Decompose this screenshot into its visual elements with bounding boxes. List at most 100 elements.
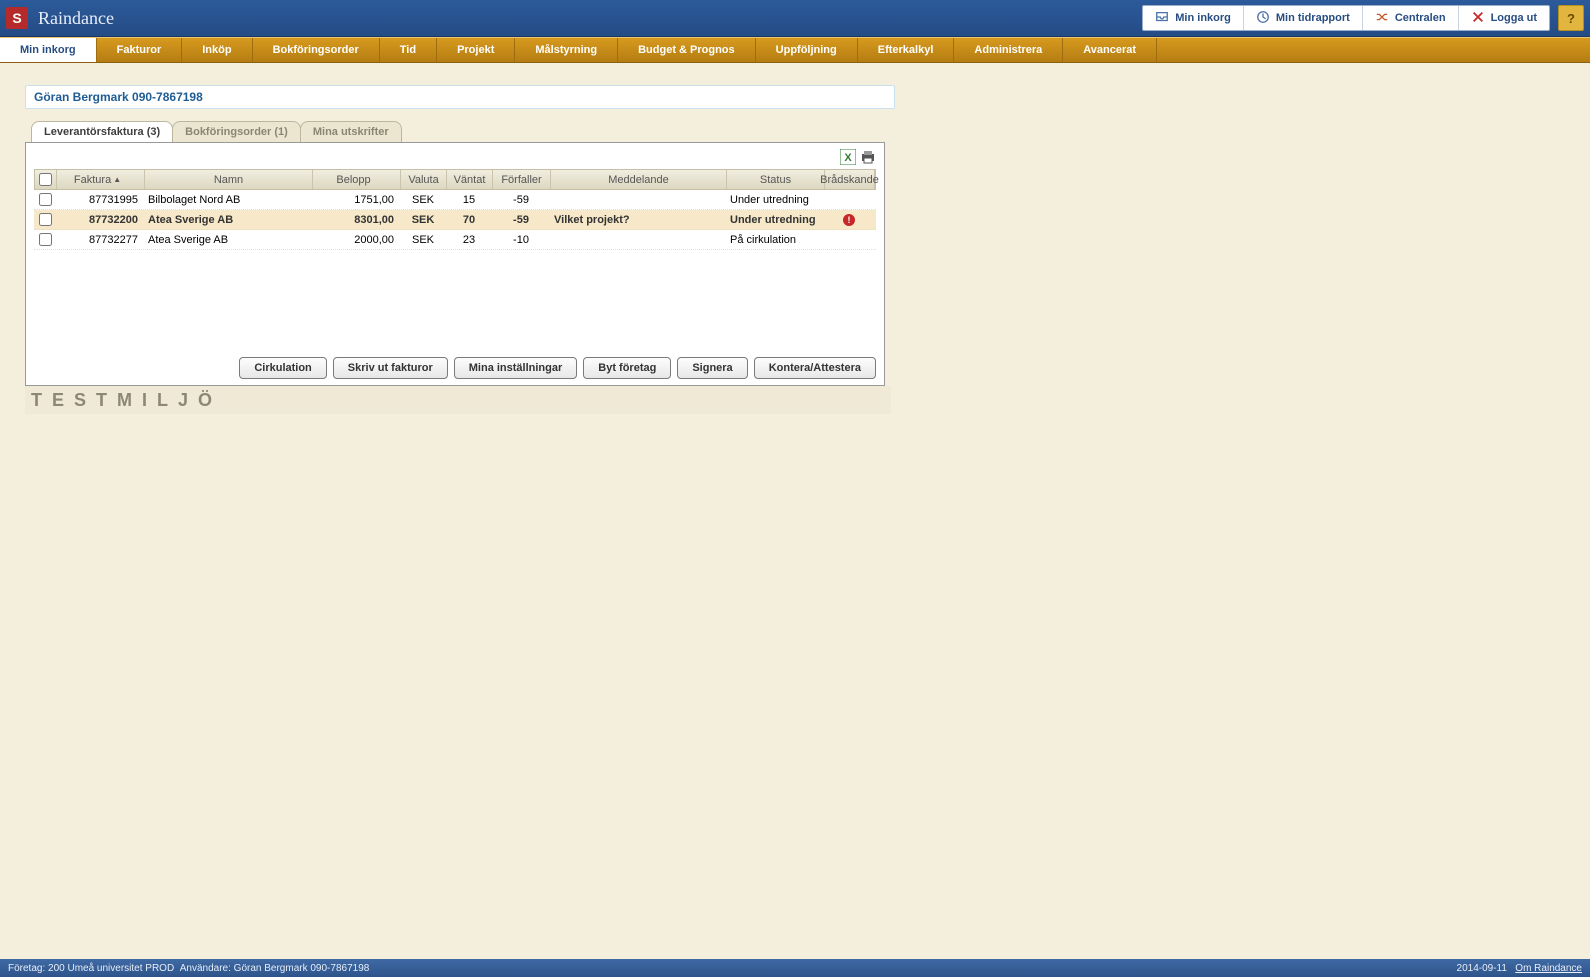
nav-ink-p[interactable]: Inköp xyxy=(182,38,252,62)
panel-btn-cirkulation[interactable]: Cirkulation xyxy=(239,357,326,379)
status-bar: Företag: 200 Umeå universitet PROD Använ… xyxy=(0,959,1590,977)
cell-status: Under utredning xyxy=(726,190,824,209)
close-icon xyxy=(1471,10,1485,27)
cell-valuta: SEK xyxy=(400,210,446,229)
nav-efterkalkyl[interactable]: Efterkalkyl xyxy=(858,38,955,62)
cell-vantat: 70 xyxy=(446,210,492,229)
table-row[interactable]: 87731995Bilbolaget Nord AB1751,00SEK15-5… xyxy=(34,190,876,210)
sort-asc-icon: ▲ xyxy=(113,175,121,184)
test-env-label: TESTMILJÖ xyxy=(31,390,222,411)
tab-1[interactable]: Bokföringsorder (1) xyxy=(172,121,301,142)
about-link[interactable]: Om Raindance xyxy=(1515,963,1582,974)
tab-2[interactable]: Mina utskrifter xyxy=(300,121,402,142)
col-meddelande[interactable]: Meddelande xyxy=(551,170,727,189)
nav-avancerat[interactable]: Avancerat xyxy=(1063,38,1157,62)
row-checkbox[interactable] xyxy=(39,213,52,226)
cell-belopp: 1751,00 xyxy=(312,190,400,209)
breadcrumb-text: Göran Bergmark 090-7867198 xyxy=(34,90,203,104)
cell-meddelande: Vilket projekt? xyxy=(550,210,726,229)
nav-budget-prognos[interactable]: Budget & Prognos xyxy=(618,38,756,62)
nav-min-inkorg[interactable]: Min inkorg xyxy=(0,38,97,62)
cell-valuta: SEK xyxy=(400,230,446,249)
top-buttons: Min inkorg Min tidrapport Centralen Logga u… xyxy=(1142,5,1550,31)
nav-uppf-ljning[interactable]: Uppföljning xyxy=(756,38,858,62)
panel-buttons: Cirkulation Skriv ut fakturor Mina inställ… xyxy=(239,357,876,379)
cell-belopp: 2000,00 xyxy=(312,230,400,249)
top-btn-label: Min tidrapport xyxy=(1276,12,1350,24)
cell-urgent: ! xyxy=(824,210,874,229)
cell-vantat: 15 xyxy=(446,190,492,209)
shuffle-icon xyxy=(1375,10,1389,27)
cell-meddelande xyxy=(550,230,726,249)
panel-btn-mina-inst-llningar[interactable]: Mina inställningar xyxy=(454,357,578,379)
col-belopp[interactable]: Belopp xyxy=(313,170,401,189)
col-valuta[interactable]: Valuta xyxy=(401,170,447,189)
row-checkbox[interactable] xyxy=(39,233,52,246)
app-logo: S xyxy=(6,7,28,29)
app-title: Raindance xyxy=(38,8,114,29)
cell-forfaller: -59 xyxy=(492,210,550,229)
help-button[interactable]: ? xyxy=(1558,5,1584,31)
clock-icon xyxy=(1256,10,1270,27)
col-forfaller[interactable]: Förfaller xyxy=(493,170,551,189)
status-date: 2014-09-11 xyxy=(1457,963,1507,974)
cell-namn: Atea Sverige AB xyxy=(144,210,312,229)
nav-tid[interactable]: Tid xyxy=(380,38,437,62)
panel-btn-skriv-ut-fakturor[interactable]: Skriv ut fakturor xyxy=(333,357,448,379)
top-btn-inbox[interactable]: Min inkorg xyxy=(1143,6,1244,30)
col-namn[interactable]: Namn xyxy=(145,170,313,189)
tab-0[interactable]: Leverantörsfaktura (3) xyxy=(31,121,173,142)
cell-faktura: 87731995 xyxy=(56,190,144,209)
select-all-checkbox[interactable] xyxy=(39,173,52,186)
nav-m-lstyrning[interactable]: Målstyrning xyxy=(515,38,618,62)
cell-namn: Bilbolaget Nord AB xyxy=(144,190,312,209)
excel-icon[interactable]: X xyxy=(840,149,856,165)
print-icon[interactable] xyxy=(860,149,876,165)
test-env-banner: TESTMILJÖ xyxy=(25,386,891,414)
table-row[interactable]: 87732200Atea Sverige AB8301,00SEK70-59Vi… xyxy=(34,210,876,230)
cell-forfaller: -59 xyxy=(492,190,550,209)
breadcrumb: Göran Bergmark 090-7867198 xyxy=(25,85,895,109)
cell-vantat: 23 xyxy=(446,230,492,249)
table-row[interactable]: 87732277Atea Sverige AB2000,00SEK23-10 På… xyxy=(34,230,876,250)
top-btn-label: Centralen xyxy=(1395,12,1446,24)
nav-fakturor[interactable]: Fakturor xyxy=(97,38,183,62)
cell-status: Under utredning xyxy=(726,210,824,229)
col-bradskande[interactable]: Brådskande xyxy=(825,170,875,189)
inbox-icon xyxy=(1155,10,1169,27)
invoice-grid: Faktura▲ Namn Belopp Valuta Väntat Förfa… xyxy=(34,169,876,250)
nav-projekt[interactable]: Projekt xyxy=(437,38,515,62)
col-status[interactable]: Status xyxy=(727,170,825,189)
cell-valuta: SEK xyxy=(400,190,446,209)
grid-header: Faktura▲ Namn Belopp Valuta Väntat Förfa… xyxy=(34,169,876,190)
cell-belopp: 8301,00 xyxy=(312,210,400,229)
cell-faktura: 87732277 xyxy=(56,230,144,249)
cell-urgent xyxy=(824,190,874,209)
cell-status: På cirkulation xyxy=(726,230,824,249)
panel-btn-byt-f-retag[interactable]: Byt företag xyxy=(583,357,671,379)
urgent-icon: ! xyxy=(843,214,855,226)
col-vantat[interactable]: Väntat xyxy=(447,170,493,189)
panel-btn-kontera-attestera[interactable]: Kontera/Attestera xyxy=(754,357,876,379)
nav-administrera[interactable]: Administrera xyxy=(954,38,1063,62)
top-btn-clock[interactable]: Min tidrapport xyxy=(1244,6,1363,30)
status-company: Företag: 200 Umeå universitet PROD xyxy=(8,963,174,974)
cell-meddelande xyxy=(550,190,726,209)
cell-namn: Atea Sverige AB xyxy=(144,230,312,249)
status-user: Användare: Göran Bergmark 090-7867198 xyxy=(180,963,370,974)
inbox-panel: X Faktura▲ Namn Belopp Valuta Väntat För… xyxy=(25,142,885,386)
top-btn-label: Logga ut xyxy=(1491,12,1537,24)
cell-forfaller: -10 xyxy=(492,230,550,249)
top-btn-close[interactable]: Logga ut xyxy=(1459,6,1549,30)
row-checkbox[interactable] xyxy=(39,193,52,206)
cell-urgent xyxy=(824,230,874,249)
main-nav: Min inkorgFakturorInköpBokföringsorderTi… xyxy=(0,37,1590,63)
nav-bokf-ringsorder[interactable]: Bokföringsorder xyxy=(253,38,380,62)
tab-strip: Leverantörsfaktura (3)Bokföringsorder (1… xyxy=(31,121,1590,142)
panel-btn-signera[interactable]: Signera xyxy=(677,357,747,379)
top-btn-shuffle[interactable]: Centralen xyxy=(1363,6,1459,30)
col-faktura[interactable]: Faktura▲ xyxy=(57,170,145,189)
top-btn-label: Min inkorg xyxy=(1175,12,1231,24)
svg-text:X: X xyxy=(844,152,852,164)
cell-faktura: 87732200 xyxy=(56,210,144,229)
